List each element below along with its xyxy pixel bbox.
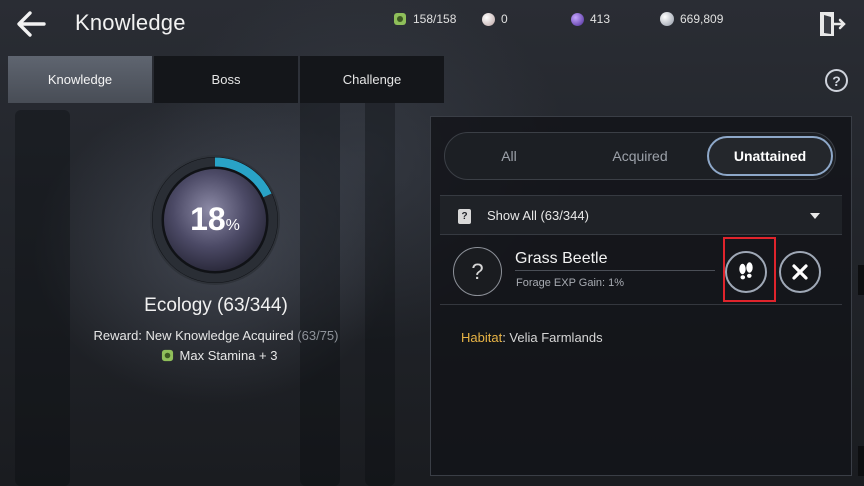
entry-name: Grass Beetle [515, 250, 608, 267]
resource-crystal: 413 [571, 12, 610, 26]
silver-value: 669,809 [680, 12, 724, 26]
top-bar: Knowledge 158/158 0 413 669,809 [0, 0, 864, 50]
pearl-icon [482, 12, 495, 26]
progress-percent: 18% [148, 201, 282, 238]
crystal-icon [571, 12, 584, 26]
unknown-creature-icon: ? [453, 247, 502, 296]
entry-divider [515, 270, 715, 271]
scroll-edge [858, 265, 864, 295]
list-item[interactable]: ? Grass Beetle Forage EXP Gain: 1% [440, 237, 842, 305]
resource-pearl: 0 [482, 12, 508, 26]
stamina-icon [161, 349, 173, 362]
tab-knowledge[interactable]: Knowledge [8, 56, 152, 103]
dismiss-button[interactable] [779, 251, 821, 293]
page-title: Knowledge [75, 10, 186, 35]
percent-value: 18 [190, 201, 226, 237]
book-question-icon: ? [458, 209, 471, 224]
entry-subtitle: Forage EXP Gain: 1% [516, 277, 625, 289]
category-title: Ecology (63/344) [144, 295, 288, 316]
progress-ring: 18% [148, 153, 282, 287]
resource-stamina: 158/158 [393, 12, 456, 26]
dropdown-label: Show All (63/344) [487, 208, 589, 223]
background-tree [300, 60, 340, 486]
tab-challenge[interactable]: Challenge [300, 56, 444, 103]
reward-bonus: Max Stamina + 3 [0, 348, 432, 363]
habitat-line: Habitat: Velia Farmlands [461, 330, 603, 345]
footprints-icon [739, 262, 753, 280]
crystal-value: 413 [590, 12, 611, 26]
habitat-key: Habitat [461, 330, 503, 345]
show-all-dropdown[interactable]: ? Show All (63/344) [440, 195, 842, 235]
resource-silver: 669,809 [660, 12, 723, 26]
back-arrow-icon [17, 11, 46, 37]
percent-symbol: % [225, 217, 240, 234]
filter-unattained[interactable]: Unattained [707, 136, 833, 176]
tab-boss[interactable]: Boss [154, 56, 298, 103]
back-button[interactable] [14, 8, 52, 40]
reward-count: (63/75) [297, 328, 339, 343]
reward-line: Reward: New Knowledge Acquired (63/75) [0, 328, 432, 343]
filter-acquired[interactable]: Acquired [577, 136, 703, 176]
silver-icon [660, 12, 674, 26]
chevron-down-icon [810, 213, 820, 219]
habitat-value: : Velia Farmlands [502, 330, 603, 345]
close-icon [792, 264, 808, 280]
bonus-label: Max Stamina + 3 [179, 348, 278, 363]
exit-button[interactable] [816, 9, 846, 39]
pearl-value: 0 [501, 12, 508, 26]
stamina-value: 158/158 [413, 12, 457, 26]
exit-door-icon [820, 12, 846, 36]
help-icon[interactable]: ? [825, 69, 848, 92]
filter-all[interactable]: All [446, 136, 572, 176]
reward-label: Reward: New Knowledge Acquired [93, 328, 294, 343]
track-footprints-button[interactable] [725, 251, 767, 293]
background-tree [365, 90, 395, 486]
stamina-icon [394, 13, 406, 25]
scroll-edge [858, 446, 864, 476]
